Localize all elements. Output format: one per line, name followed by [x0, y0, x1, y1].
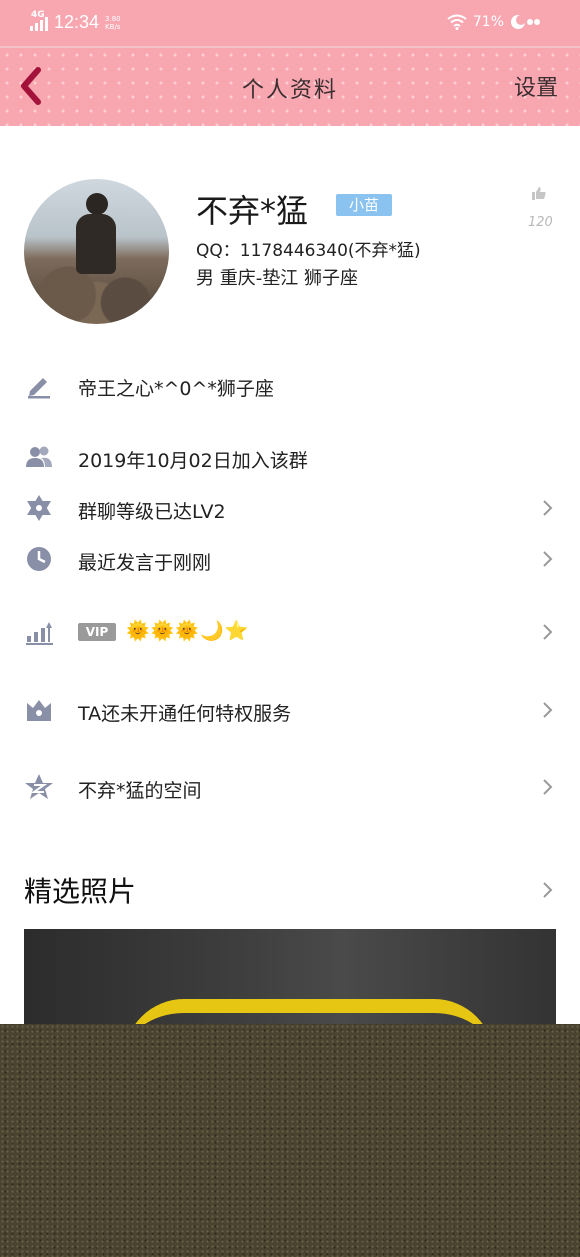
wifi-icon	[447, 14, 467, 30]
speed-unit: KB/s	[105, 22, 121, 31]
privilege-text: TA还未开通任何特权服务	[78, 703, 292, 725]
header: 个人资料 设置	[0, 46, 580, 126]
member-badge: 小苗	[336, 194, 392, 216]
last-speak-text: 最近发言于刚刚	[78, 552, 212, 574]
featured-photos-title[interactable]: 精选照片	[24, 870, 136, 910]
network-type: 4G	[31, 10, 45, 20]
avatar-person-body	[76, 214, 116, 274]
last-speak-row[interactable]: 最近发言于刚刚	[0, 537, 580, 581]
profile-info: 男 重庆-垫江 狮子座	[196, 268, 358, 289]
chevron-right-icon	[543, 551, 553, 567]
star-of-david-icon	[27, 495, 51, 521]
privilege-row[interactable]: TA还未开通任何特权服务	[0, 688, 580, 732]
battery-level: 71%	[472, 14, 504, 30]
qzone-text: 不弃*猛的空间	[78, 780, 202, 802]
like-count: 120	[528, 215, 553, 230]
joined-date-text: 2019年10月02日加入该群	[78, 450, 308, 472]
joined-row: 2019年10月02日加入该群	[0, 435, 580, 479]
vip-tag: VIP	[78, 623, 116, 641]
group-level-row[interactable]: 群聊等级已达LV2	[0, 486, 580, 530]
status-bar: 12:34 3.80 KB/s 4G 71%	[0, 0, 580, 46]
speed-value: 3.80	[105, 14, 121, 23]
vip-level-row[interactable]: VIP 🌞🌞🌞🌙⭐	[0, 610, 580, 654]
pencil-icon	[28, 378, 50, 399]
chevron-right-icon[interactable]	[538, 880, 558, 900]
settings-button[interactable]: 设置	[514, 70, 558, 102]
clock-icon	[27, 547, 51, 571]
qq-number: QQ：1178446340(不弃*猛)	[196, 241, 421, 261]
group-members-icon	[26, 446, 52, 467]
avatar-person-head	[86, 193, 108, 215]
qzone-star-icon	[25, 774, 53, 799]
status-right: 71%	[447, 14, 544, 30]
crown-icon	[27, 700, 51, 721]
signature-row: 帝王之心*^0^*狮子座	[0, 363, 580, 407]
qzone-row[interactable]: 不弃*猛的空间	[0, 765, 580, 809]
status-time: 12:34	[54, 12, 100, 32]
level-chart-icon	[26, 622, 53, 645]
chevron-right-icon	[543, 624, 553, 640]
battery-icon	[511, 15, 540, 29]
network-speed: 3.80 KB/s	[105, 15, 125, 31]
avatar[interactable]	[24, 179, 169, 324]
page-title: 个人资料	[241, 78, 338, 103]
chevron-right-icon	[543, 702, 553, 718]
thumbs-up-icon[interactable]	[532, 186, 546, 200]
nickname: 不弃*猛	[196, 192, 309, 230]
obscured-area	[0, 1024, 580, 1257]
chevron-right-icon	[543, 500, 553, 516]
chevron-right-icon	[543, 779, 553, 795]
group-level-text: 群聊等级已达LV2	[78, 501, 226, 523]
vip-level-icons: 🌞🌞🌞🌙⭐	[126, 620, 250, 642]
signature-text: 帝王之心*^0^*狮子座	[78, 378, 274, 400]
